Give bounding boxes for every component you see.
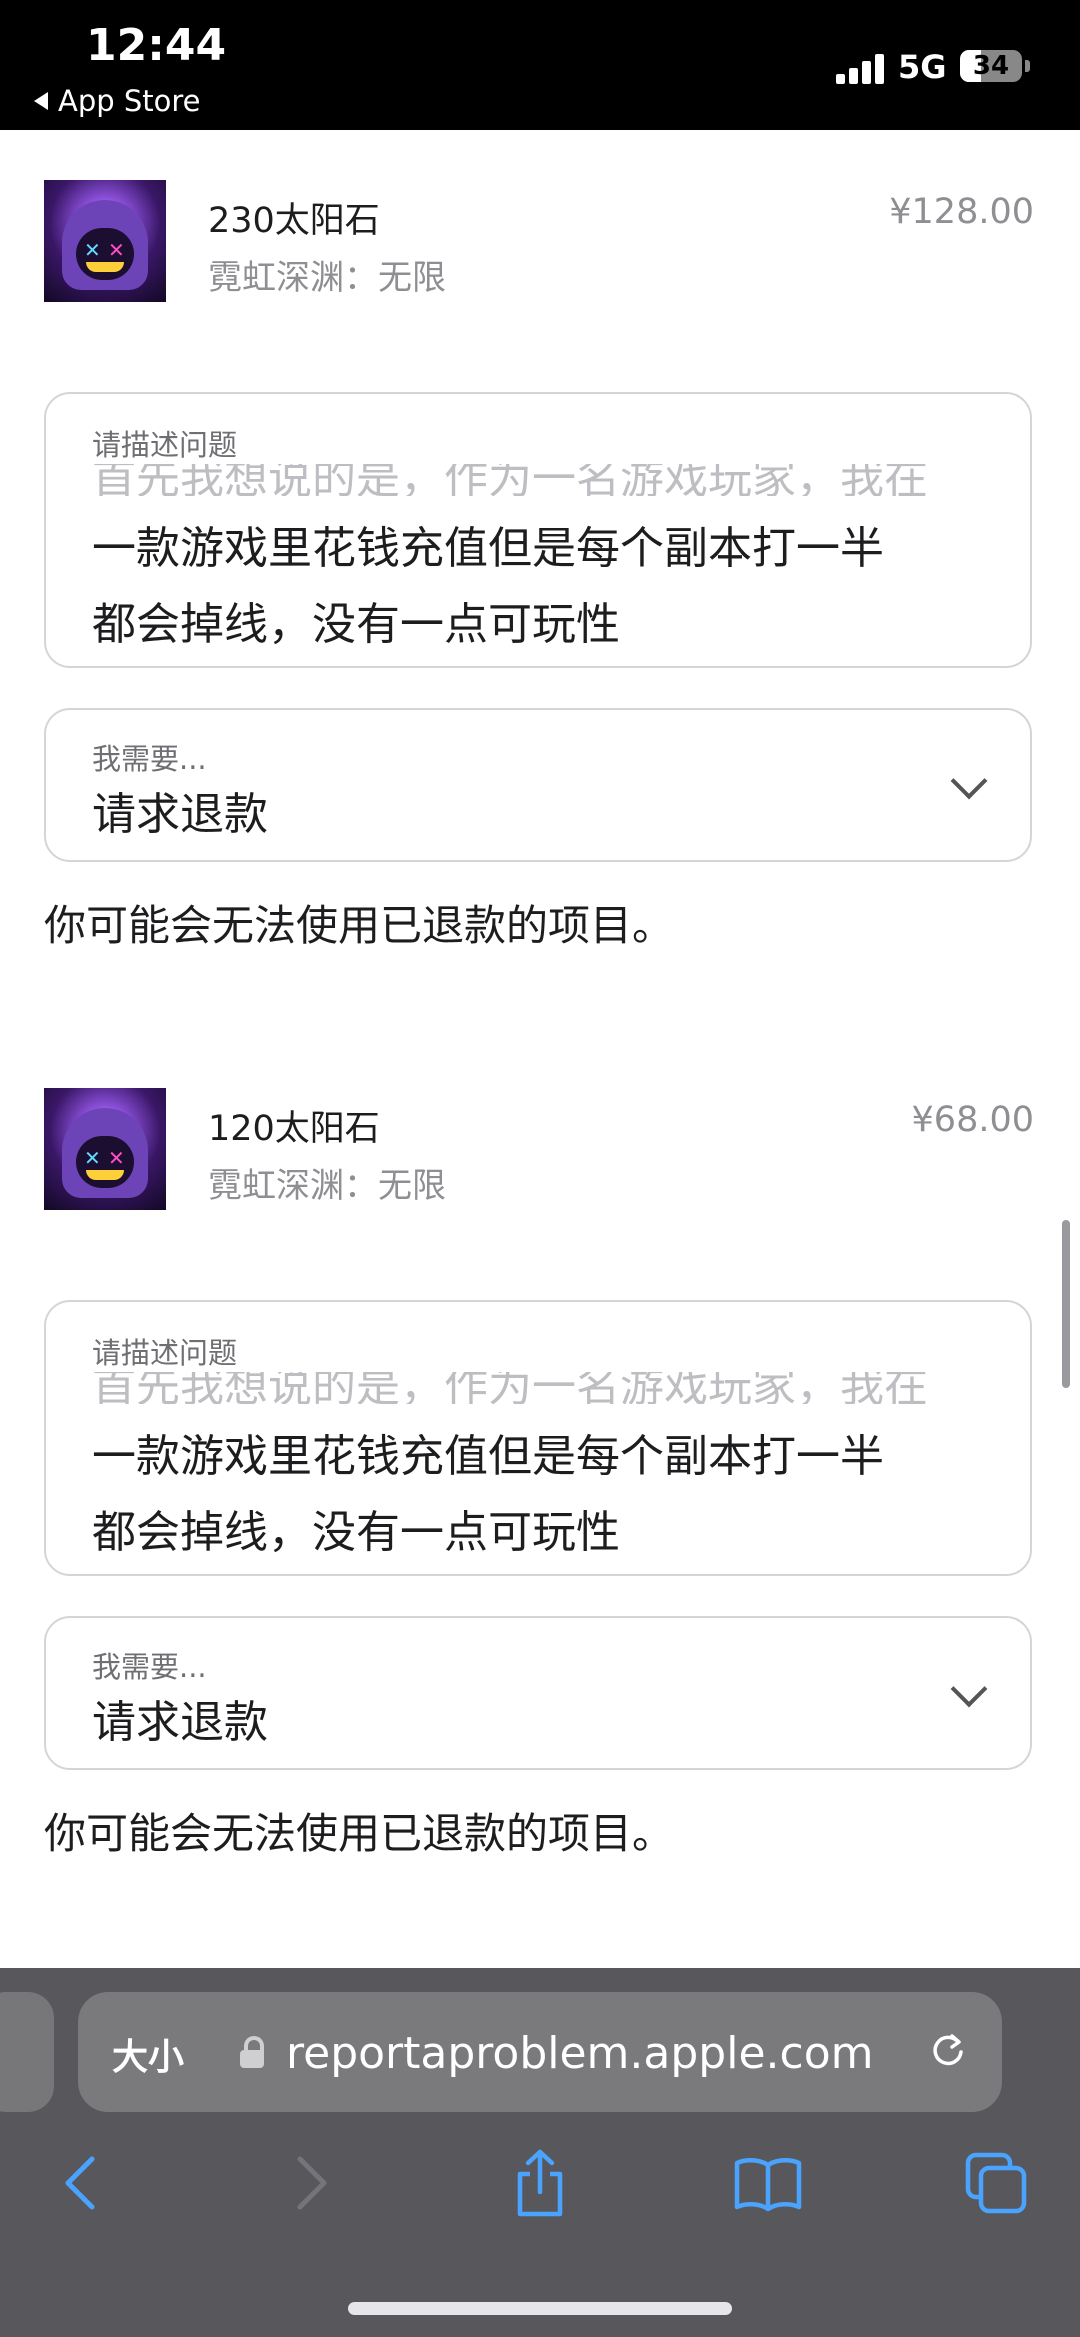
- tabs-icon[interactable]: [956, 2138, 1036, 2228]
- cellular-signal-icon: [836, 50, 886, 84]
- description-text-line: 都会掉线，没有一点可玩性: [92, 1507, 620, 1558]
- description-text-line: 都会掉线，没有一点可玩性: [92, 599, 620, 650]
- back-app-label: App Store: [58, 84, 201, 118]
- selected-request: 请求退款: [92, 789, 268, 840]
- forward-icon[interactable]: [272, 2138, 352, 2228]
- battery-tip: [1025, 60, 1030, 72]
- problem-description-field[interactable]: 请描述问题 首先我想说的是，作为一名游戏玩家，我在 一款游戏里花钱充值但是每个副…: [44, 1300, 1032, 1576]
- home-indicator[interactable]: [348, 2302, 732, 2315]
- refund-warning: 你可能会无法使用已退款的项目。: [44, 1809, 675, 1858]
- bookmarks-icon[interactable]: [728, 2138, 808, 2228]
- description-text-line: 一款游戏里花钱充值但是每个副本打一半: [92, 523, 884, 574]
- scrolled-text-line: 首先我想说的是，作为一名游戏玩家，我在: [92, 1372, 928, 1404]
- previous-tab-preview[interactable]: [0, 1992, 54, 2112]
- chevron-down-icon: [950, 1670, 988, 1708]
- field-label: 我需要...: [92, 1650, 207, 1684]
- browser-toolbar: 大小 reportaproblem.apple.com: [0, 1968, 1080, 2337]
- problem-description-field[interactable]: 请描述问题 首先我想说的是，作为一名游戏玩家，我在 一款游戏里花钱充值但是每个副…: [44, 392, 1032, 668]
- scrolled-text-line: 首先我想说的是，作为一名游戏玩家，我在: [92, 464, 928, 496]
- status-bar: 12:44 App Store 5G 34: [0, 0, 1080, 130]
- battery-icon: 34: [960, 50, 1022, 82]
- url-text[interactable]: reportaproblem.apple.com: [286, 2028, 873, 2079]
- item-name: 230太阳石: [208, 201, 380, 241]
- scrollbar[interactable]: [1062, 1220, 1070, 1388]
- share-icon[interactable]: [500, 2138, 580, 2228]
- request-type-select[interactable]: 我需要... 请求退款: [44, 1616, 1032, 1770]
- item-app-name: 霓虹深渊：无限: [208, 1166, 446, 1206]
- selected-request: 请求退款: [92, 1697, 268, 1748]
- text-size-button[interactable]: 大小: [112, 2028, 184, 2080]
- field-label: 我需要...: [92, 742, 207, 776]
- address-bar[interactable]: 大小 reportaproblem.apple.com: [78, 1992, 1002, 2112]
- reload-icon[interactable]: [928, 2030, 968, 2070]
- app-icon: ✕ ✕: [44, 1088, 166, 1210]
- refund-warning: 你可能会无法使用已退款的项目。: [44, 901, 675, 950]
- item-price: ¥68.00: [911, 1100, 1034, 1140]
- back-triangle-icon: [34, 92, 48, 110]
- item-price: ¥128.00: [889, 192, 1034, 232]
- description-text-line: 一款游戏里花钱充值但是每个副本打一半: [92, 1431, 884, 1482]
- item-name: 120太阳石: [208, 1109, 380, 1149]
- back-icon[interactable]: [40, 2138, 120, 2228]
- request-type-select[interactable]: 我需要... 请求退款: [44, 708, 1032, 862]
- field-label: 请描述问题: [92, 428, 238, 462]
- battery-level: 34: [972, 51, 1010, 81]
- app-icon: ✕ ✕: [44, 180, 166, 302]
- back-to-app-store[interactable]: App Store: [34, 84, 201, 118]
- field-label: 请描述问题: [92, 1336, 238, 1370]
- status-time: 12:44: [86, 20, 227, 71]
- chevron-down-icon: [950, 762, 988, 800]
- lock-icon: [240, 2036, 264, 2068]
- network-type: 5G: [898, 48, 947, 86]
- item-app-name: 霓虹深渊：无限: [208, 258, 446, 298]
